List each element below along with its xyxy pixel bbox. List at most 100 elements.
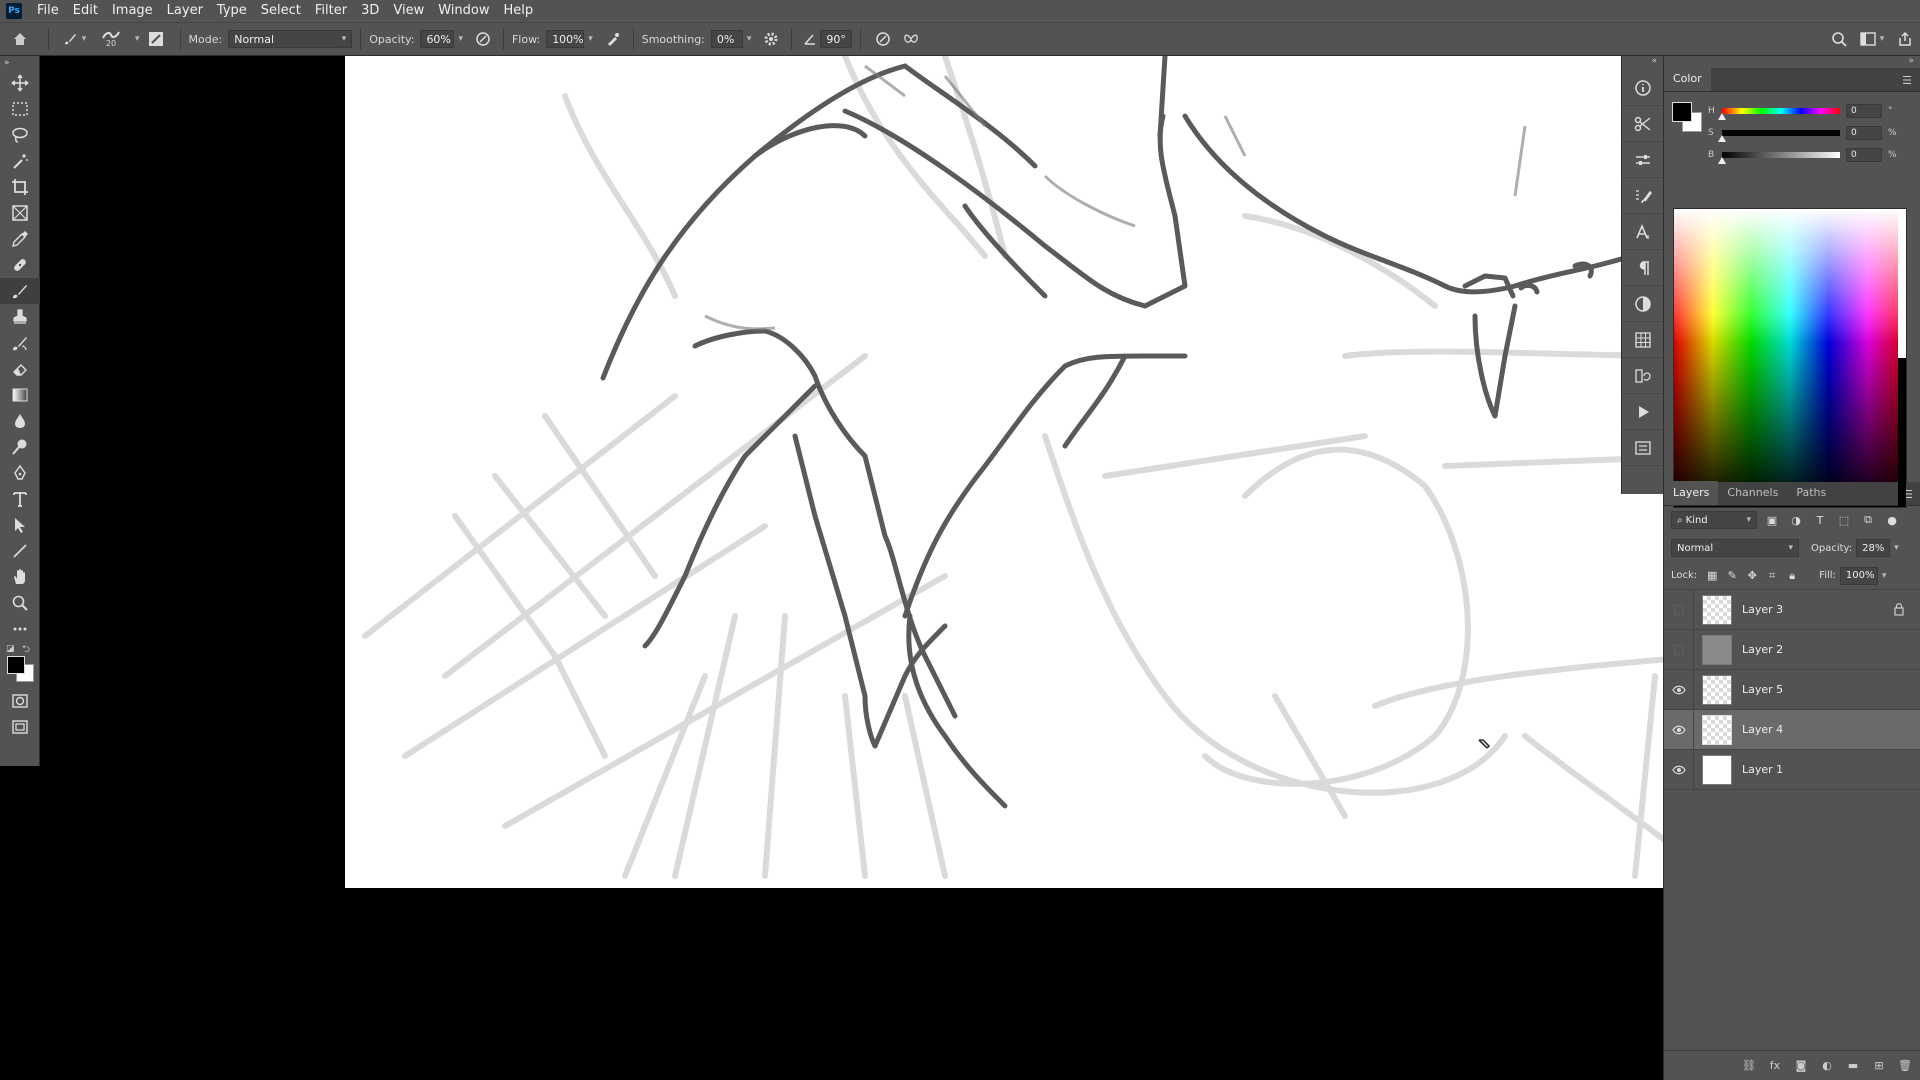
layer-name[interactable]: Layer 4 [1742,723,1783,736]
tab-paths[interactable]: Paths [1787,481,1835,505]
menu-file[interactable]: File [30,0,66,22]
default-colors-icon[interactable]: ◪ [6,644,15,654]
smart-object-filter-icon[interactable]: ⧉ [1859,511,1877,529]
screen-mode-button[interactable] [0,714,40,740]
pressure-opacity-button[interactable] [471,27,495,51]
layer-name[interactable]: Layer 5 [1742,683,1783,696]
history-panel-button[interactable] [1622,358,1664,394]
layer-row-layer-1[interactable]: Layer 1 [1664,749,1920,790]
menu-help[interactable]: Help [497,0,541,22]
lock-all-icon[interactable]: 🔒︎ [1783,567,1801,585]
chevron-down-icon[interactable]: ▾ [747,34,752,44]
layer-opacity-input[interactable]: 28% [1856,539,1891,557]
layer-style-icon[interactable]: fx [1767,1059,1783,1072]
eyedropper-tool[interactable] [0,226,40,252]
hand-tool[interactable] [0,564,40,590]
foreground-color-swatch[interactable] [1672,102,1692,122]
chevron-down-icon[interactable]: ▾ [458,34,463,44]
tab-channels[interactable]: Channels [1718,481,1787,505]
history-brush-tool[interactable] [0,330,40,356]
color-spectrum[interactable] [1673,208,1907,508]
hue-slider[interactable] [1718,108,1840,120]
pen-tool[interactable] [0,460,40,486]
tab-color[interactable]: Color [1664,67,1711,91]
move-tool[interactable] [0,70,40,96]
character-panel-button[interactable] [1622,214,1664,250]
link-layers-icon[interactable]: ⛓︎ [1741,1059,1757,1072]
color-spectrum-bar[interactable] [1898,209,1906,507]
menu-3d[interactable]: 3D [354,0,386,22]
layer-row-layer-4[interactable]: Layer 4 [1664,709,1920,750]
mode-select[interactable]: Normal ▾ [228,30,353,48]
opacity-input[interactable]: 60% [420,30,455,48]
menu-type[interactable]: Type [210,0,254,22]
chevron-down-icon[interactable]: ▾ [588,34,593,44]
menu-view[interactable]: View [386,0,431,22]
brushes-panel-button[interactable] [1622,178,1664,214]
menu-edit[interactable]: Edit [66,0,105,22]
line-tool[interactable] [0,538,40,564]
chevron-down-icon[interactable]: ▾ [1882,571,1887,581]
pressure-size-button[interactable] [869,27,897,51]
visibility-toggle[interactable] [1664,629,1694,670]
tab-layers[interactable]: Layers [1664,481,1719,505]
delete-layer-icon[interactable]: 🗑︎ [1897,1059,1913,1072]
marquee-tool[interactable] [0,96,40,122]
visibility-toggle[interactable] [1664,669,1694,710]
symmetry-button[interactable] [897,27,925,51]
menu-window[interactable]: Window [431,0,496,22]
canvas-area[interactable] [41,56,1702,1080]
blend-mode-select[interactable]: Normal ▾ [1671,539,1799,557]
adjustment-layers-button[interactable] [1622,286,1664,322]
menu-select[interactable]: Select [254,0,308,22]
quick-mask-button[interactable] [0,688,40,714]
paragraph-panel-button[interactable] [1622,250,1664,286]
hue-slider-thumb[interactable] [1718,113,1726,120]
blur-tool[interactable] [0,408,40,434]
add-mask-icon[interactable]: ◙ [1793,1059,1809,1072]
tool-presets-button[interactable] [1622,106,1664,142]
actions-panel-button[interactable] [1622,394,1664,430]
shape-filter-icon[interactable]: ⬚ [1835,511,1853,529]
layer-row-layer-2[interactable]: Layer 2 [1664,629,1920,670]
type-filter-icon[interactable]: T [1811,511,1829,529]
edit-toolbar-button[interactable] [0,616,40,642]
dodge-tool[interactable] [0,434,40,460]
saturation-slider[interactable] [1718,130,1840,142]
brightness-value[interactable]: 0 [1846,148,1882,162]
clone-stamp-tool[interactable] [0,304,40,330]
flow-input[interactable]: 100% [546,30,585,48]
share-button[interactable] [1890,27,1920,51]
foreground-color-swatch[interactable] [7,656,25,674]
healing-brush-tool[interactable] [0,252,40,278]
lock-transparent-icon[interactable]: ▦ [1703,567,1721,585]
tool-preset-picker[interactable]: ▾ [57,27,91,51]
smoothing-options-button[interactable] [759,27,783,51]
new-layer-icon[interactable]: ⊞ [1871,1059,1887,1072]
workspace-button[interactable]: ▾ [1854,27,1890,51]
airbrush-button[interactable] [601,27,625,51]
brush-tool[interactable] [0,278,40,304]
lock-position-icon[interactable]: ✥ [1743,567,1761,585]
visibility-toggle[interactable] [1664,709,1694,750]
lock-image-icon[interactable]: ✎ [1723,567,1741,585]
filter-toggle-icon[interactable]: ● [1883,511,1901,529]
home-button[interactable] [0,27,40,51]
angle-input[interactable]: 90° [820,30,853,48]
layer-row-layer-5[interactable]: Layer 5 [1664,669,1920,710]
crop-tool[interactable] [0,174,40,200]
fill-input[interactable]: 100% [1839,566,1878,585]
brush-settings-toggle[interactable] [140,27,172,51]
menu-layer[interactable]: Layer [160,0,210,22]
layer-name[interactable]: Layer 2 [1742,643,1783,656]
layer-name[interactable]: Layer 3 [1742,603,1783,616]
frame-tool[interactable] [0,200,40,226]
layer-filter-select[interactable]: ⌕ Kind ▾ [1671,511,1757,529]
smoothing-input[interactable]: 0% [710,30,743,48]
brush-preset-picker[interactable]: 20 [91,27,131,51]
info-panel-button[interactable] [1622,70,1664,106]
adjustments-button[interactable] [1622,142,1664,178]
new-adjustment-layer-icon[interactable]: ◐ [1819,1059,1835,1072]
collapse-chevron-icon[interactable]: « [1622,56,1663,70]
menu-filter[interactable]: Filter [308,0,354,22]
